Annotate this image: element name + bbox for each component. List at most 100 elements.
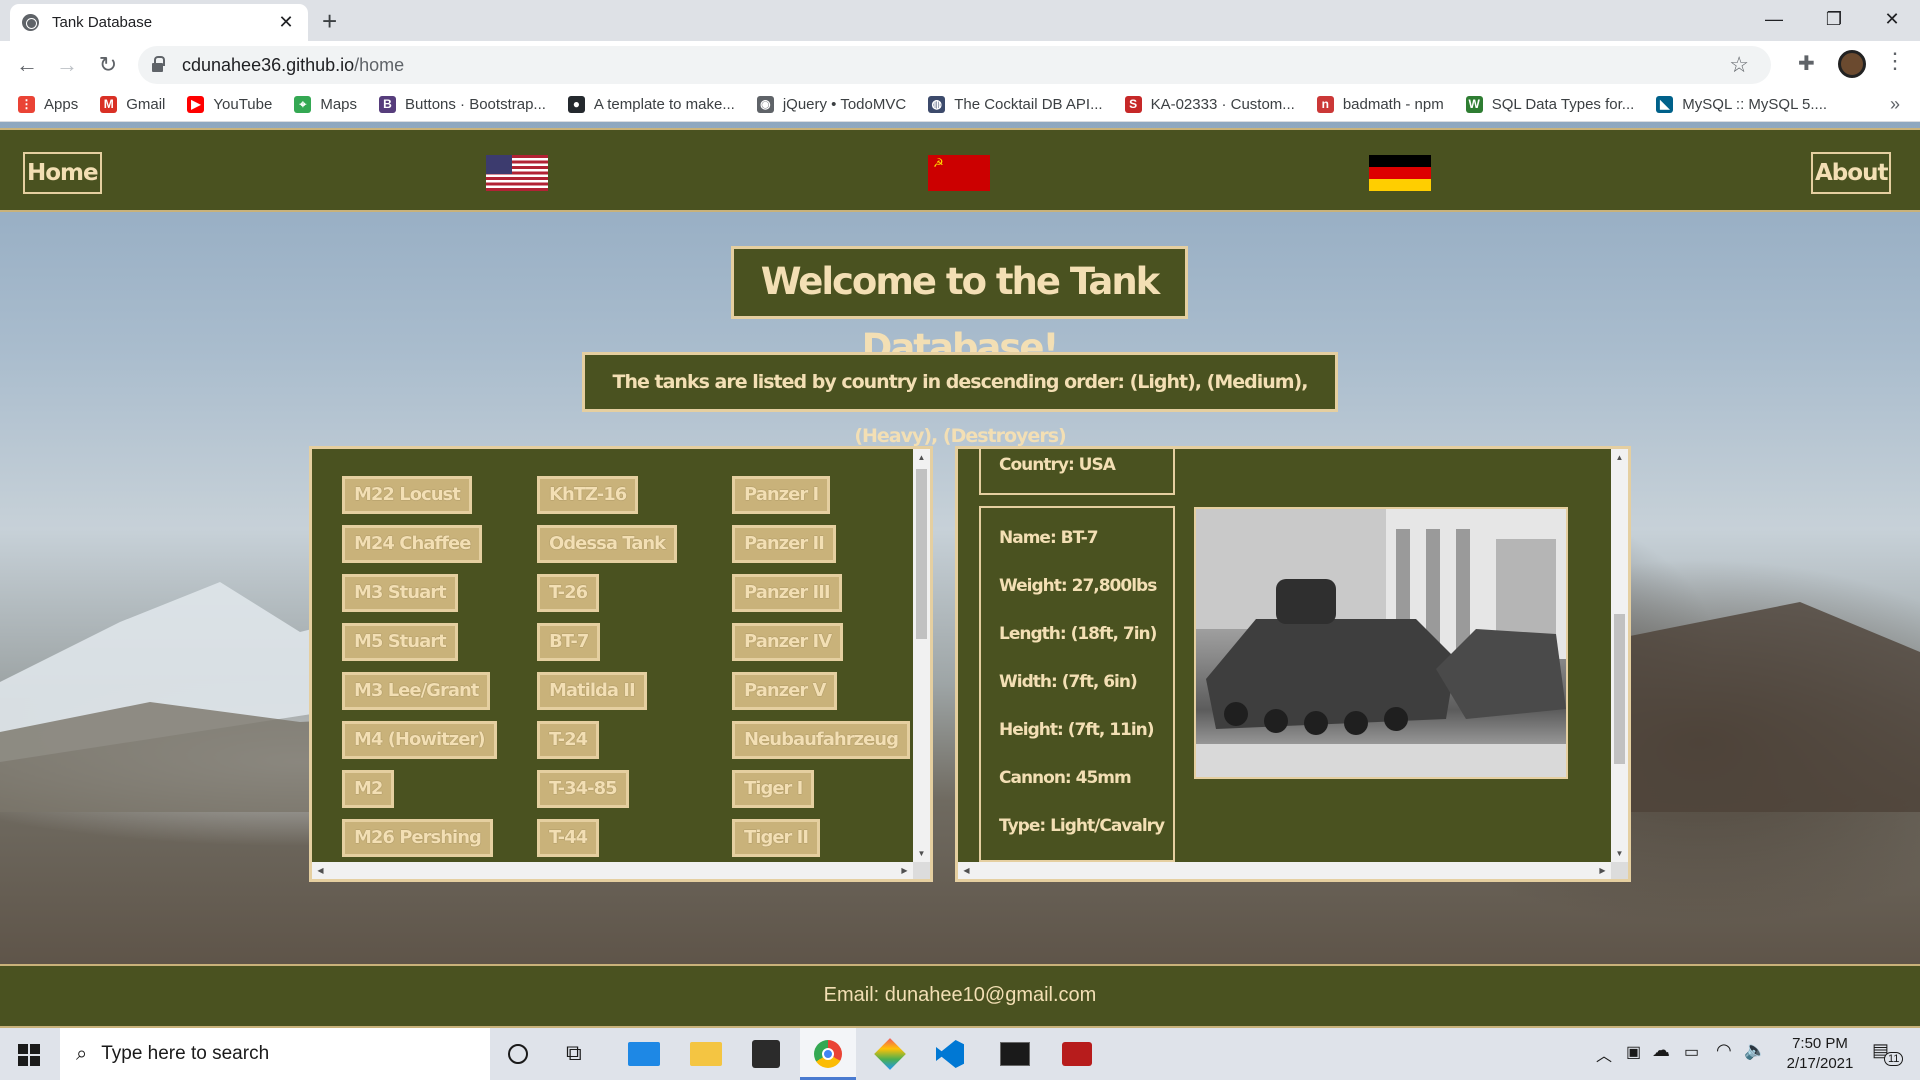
browser-tab[interactable]: Tank Database ✕ <box>10 4 308 41</box>
bookmark-icon: ◉ <box>756 96 774 113</box>
bookmark-item[interactable]: ● A template to make... <box>567 96 735 113</box>
detail-scroll-thumb[interactable] <box>1614 614 1625 764</box>
tank-button[interactable]: M2 <box>339 768 397 810</box>
detail-scroll-down-icon[interactable]: ▼ <box>1611 845 1628 862</box>
task-view-icon[interactable]: ⧉ <box>566 1040 582 1066</box>
tank-detail-panel[interactable]: Country: USA Name: BT-7 Weight: 27,800lb… <box>955 446 1631 882</box>
bookmark-icon: M <box>100 96 118 113</box>
tank-button[interactable]: M4 (Howitzer) <box>340 719 499 761</box>
tank-button[interactable]: M3 Lee/Grant <box>339 670 493 712</box>
extensions-icon[interactable]: ✚ <box>1798 51 1815 76</box>
bookmark-item[interactable]: S KA-02333 · Custom... <box>1124 96 1295 113</box>
battery-icon[interactable]: ▭ <box>1684 1042 1699 1062</box>
tray-device-icon[interactable]: ▣ <box>1626 1042 1641 1062</box>
store-app-icon[interactable] <box>752 1040 780 1068</box>
address-bar[interactable]: cdunahee36.github.io/home ☆ <box>138 46 1771 84</box>
tank-button[interactable]: Tiger II <box>729 817 823 859</box>
tank-button[interactable]: T-26 <box>534 572 602 614</box>
windows-start-icon[interactable] <box>18 1044 40 1066</box>
tank-button[interactable]: M24 Chaffee <box>339 523 485 565</box>
bookmark-item[interactable]: ▶ YouTube <box>187 96 272 113</box>
cortana-icon[interactable] <box>508 1044 528 1064</box>
tank-button[interactable]: BT-7 <box>534 621 603 663</box>
tank-button[interactable]: Panzer IV <box>729 621 846 663</box>
detail-vertical-scrollbar[interactable]: ▲ ▼ <box>1611 449 1628 862</box>
tank-button[interactable]: Panzer III <box>730 572 844 614</box>
bookmark-item[interactable]: B Buttons · Bootstrap... <box>379 96 546 113</box>
tank-button[interactable]: T-24 <box>534 719 602 761</box>
tank-button[interactable]: Panzer V <box>729 670 840 712</box>
tank-button[interactable]: T-34-85 <box>535 768 631 810</box>
tank-list-panel[interactable]: M22 Locust M24 Chaffee M3 Stuart M5 Stuart M… <box>309 446 933 882</box>
bookmark-icon: ▶ <box>187 96 205 113</box>
tank-button[interactable]: Panzer II <box>730 523 838 565</box>
footer-email[interactable]: Email: dunahee10@gmail.com <box>824 984 1097 1006</box>
bookmark-item[interactable]: ⋮ Apps <box>18 96 78 113</box>
back-icon[interactable]: ← <box>11 49 43 81</box>
germany-flag-icon[interactable] <box>1369 155 1431 191</box>
about-link[interactable]: About <box>1811 152 1892 194</box>
new-tab-button[interactable]: + <box>322 6 337 36</box>
tank-button[interactable]: M26 Pershing <box>340 817 495 859</box>
scroll-right-icon[interactable]: ▶ <box>896 862 913 879</box>
tank-button[interactable]: M22 Locust <box>340 474 474 516</box>
close-window-icon[interactable]: ✕ <box>1864 0 1920 38</box>
detail-scroll-left-icon[interactable]: ◀ <box>958 862 975 879</box>
bookmark-item[interactable]: ◉ jQuery • TodoMVC <box>756 96 906 113</box>
notifications-icon[interactable]: ▤ 11 <box>1872 1040 1904 1068</box>
bookmark-item[interactable]: ⌖ Maps <box>294 96 357 113</box>
tank-button[interactable]: Tiger I <box>729 768 817 810</box>
tank-button[interactable]: Matilda II <box>535 670 649 712</box>
kite-app-icon[interactable] <box>874 1038 906 1070</box>
bookmarks-overflow-icon[interactable]: » <box>1890 94 1900 115</box>
taskbar-search-box[interactable]: ⌕ Type here to search <box>60 1028 490 1080</box>
detail-scroll-up-icon[interactable]: ▲ <box>1611 449 1628 466</box>
tank-button[interactable]: KhTZ-16 <box>534 474 641 516</box>
list-vertical-scrollbar[interactable]: ▲ ▼ <box>913 449 930 862</box>
game-app-icon[interactable] <box>1062 1042 1092 1066</box>
minimize-icon[interactable]: — <box>1746 0 1802 38</box>
ussr-flag-icon[interactable] <box>928 155 990 191</box>
tank-button[interactable]: M3 Stuart <box>340 572 460 614</box>
home-link[interactable]: Home <box>23 152 102 194</box>
restore-icon[interactable]: ❐ <box>1806 0 1862 38</box>
tank-button[interactable]: Neubaufahrzeug <box>730 719 912 761</box>
country-stat: Country: USA <box>999 455 1116 475</box>
tank-button[interactable]: M5 Stuart <box>340 621 460 663</box>
forward-icon[interactable]: → <box>51 49 83 81</box>
vscode-app-icon[interactable] <box>936 1040 964 1068</box>
bookmark-item[interactable]: n badmath - npm <box>1316 96 1444 113</box>
bookmark-item[interactable]: W SQL Data Types for... <box>1465 96 1634 113</box>
scroll-down-icon[interactable]: ▼ <box>913 845 930 862</box>
volume-icon[interactable]: 🔈 <box>1744 1040 1766 1061</box>
file-explorer-icon[interactable] <box>690 1042 722 1066</box>
clock[interactable]: 7:50 PM 2/17/2021 <box>1770 1034 1870 1074</box>
usa-flag-icon[interactable] <box>486 155 548 191</box>
tank-button[interactable]: Panzer I <box>729 474 833 516</box>
tank-button[interactable]: T-44 <box>534 817 602 859</box>
bookmark-label: Buttons · Bootstrap... <box>405 96 546 113</box>
tray-cloud-icon[interactable]: ☁ <box>1652 1040 1670 1061</box>
detail-scroll-right-icon[interactable]: ▶ <box>1594 862 1611 879</box>
list-horizontal-scrollbar[interactable]: ◀ ▶ <box>312 862 913 879</box>
profile-avatar[interactable] <box>1838 50 1866 78</box>
tab-close-icon[interactable]: ✕ <box>276 12 296 33</box>
bookmark-star-icon[interactable]: ☆ <box>1729 52 1749 78</box>
reload-icon[interactable]: ↻ <box>92 49 124 81</box>
scroll-up-icon[interactable]: ▲ <box>913 449 930 466</box>
wifi-icon[interactable]: ◠ <box>1716 1040 1732 1061</box>
scroll-thumb[interactable] <box>916 469 927 639</box>
tray-chevron-icon[interactable]: ︿ <box>1596 1042 1612 1066</box>
bookmark-item[interactable]: M Gmail <box>100 96 165 113</box>
bookmark-icon: ◍ <box>928 96 946 113</box>
detail-horizontal-scrollbar[interactable]: ◀ ▶ <box>958 862 1611 879</box>
bookmark-item[interactable]: ◣ MySQL :: MySQL 5.... <box>1656 96 1827 113</box>
mail-app-icon[interactable] <box>628 1042 660 1066</box>
windows-taskbar: ⌕ Type here to search ⧉ ︿ ▣ ☁ ▭ ◠ 🔈 7:50… <box>0 1028 1920 1080</box>
browser-menu-icon[interactable]: ⋮ <box>1884 48 1906 74</box>
chrome-app-icon[interactable] <box>800 1028 856 1080</box>
terminal-app-icon[interactable] <box>1000 1042 1030 1066</box>
tank-button[interactable]: Odessa Tank <box>534 523 680 565</box>
bookmark-item[interactable]: ◍ The Cocktail DB API... <box>928 96 1103 113</box>
scroll-left-icon[interactable]: ◀ <box>312 862 329 879</box>
